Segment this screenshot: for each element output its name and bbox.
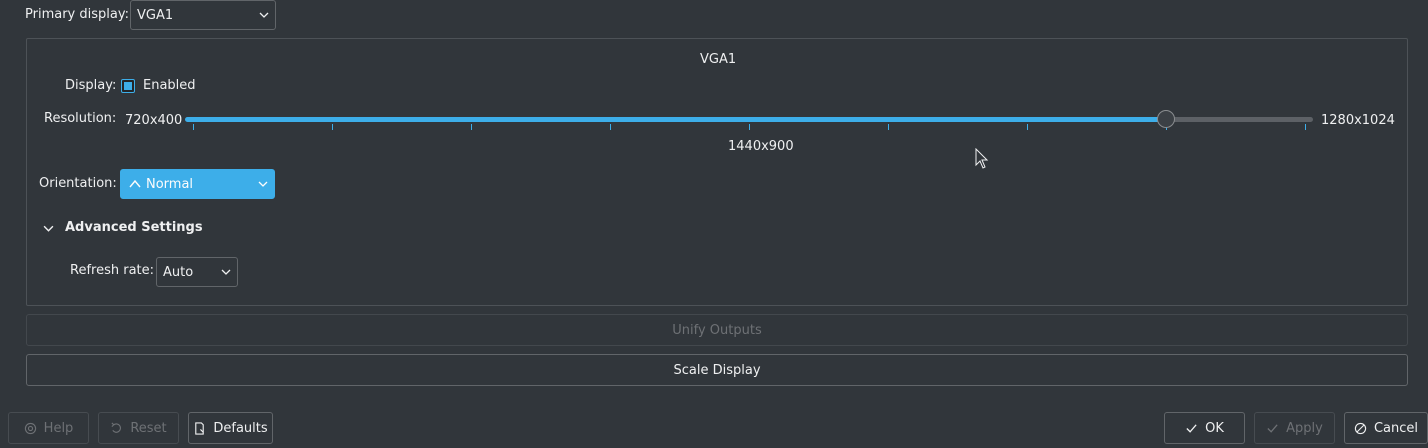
chevron-down-icon xyxy=(259,12,269,18)
cancel-label: Cancel xyxy=(1373,420,1419,436)
resolution-max-label: 1280x1024 xyxy=(1321,113,1395,128)
refresh-rate-value: Auto xyxy=(163,264,194,280)
resolution-min-label: 720x400 xyxy=(125,113,183,128)
unify-outputs-label: Unify Outputs xyxy=(672,322,762,338)
orientation-combo[interactable]: Normal xyxy=(120,169,275,199)
defaults-button[interactable]: Defaults xyxy=(188,412,273,444)
slider-tick xyxy=(749,124,750,130)
chevron-down-icon xyxy=(221,269,231,275)
help-label: Help xyxy=(43,420,74,436)
slider-tick xyxy=(610,124,611,130)
ok-button[interactable]: OK xyxy=(1164,412,1245,444)
ok-label: OK xyxy=(1205,420,1224,436)
slider-tick xyxy=(193,124,194,130)
reset-button[interactable]: Reset xyxy=(98,412,179,444)
scale-display-label: Scale Display xyxy=(673,362,761,378)
resolution-slider-filled[interactable] xyxy=(185,117,1167,122)
slider-tick xyxy=(332,124,333,130)
mouse-cursor-icon xyxy=(975,148,989,169)
refresh-rate-label: Refresh rate: xyxy=(70,263,155,278)
display-label: Display: xyxy=(65,78,117,93)
scale-display-button[interactable]: Scale Display xyxy=(26,354,1408,386)
cancel-button[interactable]: Cancel xyxy=(1344,412,1428,444)
help-button[interactable]: Help xyxy=(8,412,89,444)
reset-label: Reset xyxy=(130,420,167,436)
advanced-settings-toggle[interactable]: Advanced Settings xyxy=(65,220,203,235)
resolution-slider-groove[interactable] xyxy=(1167,117,1313,122)
enabled-label[interactable]: Enabled xyxy=(143,78,196,93)
check-icon xyxy=(1186,423,1197,433)
refresh-rate-combo[interactable]: Auto xyxy=(156,257,238,287)
primary-display-value: VGA1 xyxy=(137,7,174,23)
expand-chevron-icon[interactable] xyxy=(43,223,54,234)
slider-tick xyxy=(1305,124,1306,130)
orientation-value: Normal xyxy=(146,176,194,192)
document-revert-icon xyxy=(195,421,205,435)
apply-button[interactable]: Apply xyxy=(1254,412,1335,444)
slider-tick xyxy=(888,124,889,130)
primary-display-label: Primary display: xyxy=(25,7,129,22)
primary-display-combo[interactable]: VGA1 xyxy=(130,0,276,30)
slider-tick xyxy=(1027,124,1028,130)
undo-icon xyxy=(111,422,122,433)
orientation-label: Orientation: xyxy=(39,176,117,191)
enabled-checkbox[interactable] xyxy=(121,79,135,93)
unify-outputs-button[interactable]: Unify Outputs xyxy=(26,314,1408,346)
arrow-up-icon xyxy=(129,179,141,188)
help-icon xyxy=(24,422,36,434)
resolution-label: Resolution: xyxy=(44,111,117,126)
slider-tick xyxy=(471,124,472,130)
defaults-label: Defaults xyxy=(213,420,268,436)
resolution-current-label: 1440x900 xyxy=(728,139,794,154)
resolution-slider-handle[interactable] xyxy=(1157,110,1175,128)
output-title: VGA1 xyxy=(700,52,737,67)
check-icon xyxy=(1267,423,1278,433)
apply-label: Apply xyxy=(1286,420,1323,436)
chevron-down-icon xyxy=(258,181,268,187)
cancel-icon xyxy=(1354,422,1367,434)
